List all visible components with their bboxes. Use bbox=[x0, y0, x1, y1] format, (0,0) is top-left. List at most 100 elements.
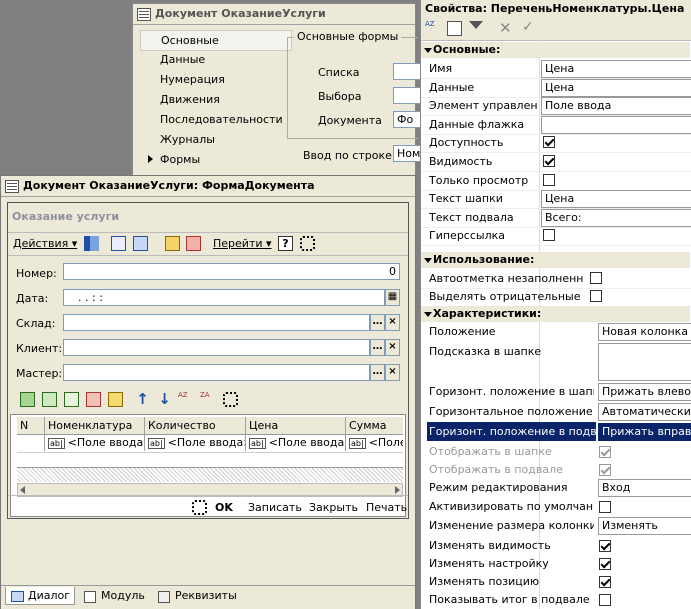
property-value[interactable]: Автоматически bbox=[598, 403, 691, 421]
property-row[interactable]: Изменять позицию bbox=[421, 572, 691, 591]
section-usage[interactable]: Использование: bbox=[421, 252, 690, 268]
property-checkbox[interactable] bbox=[599, 464, 611, 476]
write-button[interactable]: Записать bbox=[248, 501, 302, 514]
client-select-button[interactable]: … bbox=[370, 339, 385, 356]
property-value[interactable] bbox=[541, 115, 691, 134]
sort-desc-icon[interactable]: ZA bbox=[200, 392, 215, 407]
help-icon[interactable]: ? bbox=[278, 236, 293, 251]
client-clear-button[interactable]: × bbox=[385, 339, 400, 356]
tab-dannye[interactable]: Данные bbox=[140, 50, 290, 69]
copy-icon[interactable] bbox=[165, 236, 180, 251]
column-tsena[interactable]: Цена bbox=[246, 417, 346, 434]
column-n[interactable]: N bbox=[17, 417, 45, 434]
property-value[interactable]: Цена bbox=[541, 190, 691, 209]
property-value[interactable]: Новая колонка bbox=[598, 323, 691, 341]
apply-icon[interactable]: ✓ bbox=[522, 19, 537, 35]
edit-row-icon[interactable] bbox=[64, 392, 79, 407]
grid-select-icon[interactable] bbox=[223, 392, 238, 407]
property-value[interactable]: Всего: bbox=[541, 208, 691, 227]
property-row[interactable]: Положение Новая колонка bbox=[421, 322, 691, 341]
property-row[interactable]: Элемент управления Поле ввода bbox=[421, 96, 691, 117]
property-row[interactable]: Только просмотр bbox=[421, 171, 691, 191]
number-field[interactable]: 0 bbox=[63, 263, 400, 280]
master-clear-button[interactable]: × bbox=[385, 364, 400, 381]
delete-row-icon[interactable] bbox=[86, 392, 101, 407]
warehouse-clear-button[interactable]: × bbox=[385, 314, 400, 331]
add-row-icon[interactable] bbox=[20, 392, 35, 407]
list-form-field[interactable] bbox=[393, 63, 423, 80]
tab-numeratsiya[interactable]: Нумерация bbox=[140, 70, 290, 89]
property-row[interactable]: Видимость bbox=[421, 152, 691, 172]
property-row[interactable]: Изменение размера колонки Изменять bbox=[421, 516, 691, 535]
property-value[interactable]: Поле ввода bbox=[541, 97, 691, 116]
section-main[interactable]: Основные: bbox=[421, 42, 690, 58]
property-value[interactable]: Вход bbox=[598, 479, 691, 497]
warehouse-select-button[interactable]: … bbox=[370, 314, 385, 331]
property-row[interactable]: Текст подвала Всего: bbox=[421, 208, 691, 228]
property-row[interactable]: Текст шапки Цена bbox=[421, 189, 691, 210]
property-row[interactable]: Данные Цена bbox=[421, 78, 691, 98]
tab-module[interactable]: Модуль bbox=[79, 587, 149, 605]
property-row[interactable]: Данные флажка bbox=[421, 115, 691, 135]
property-row[interactable]: Имя Цена bbox=[421, 59, 691, 79]
table-row[interactable]: ab| <Поле ввода> ab| <Поле ввода> ab| <Поле… bbox=[17, 434, 403, 453]
document-form-field[interactable]: Фо bbox=[393, 111, 423, 128]
choice-form-field[interactable] bbox=[393, 87, 423, 104]
refresh-icon[interactable] bbox=[133, 236, 148, 251]
property-row[interactable]: Гиперссылка bbox=[421, 226, 691, 247]
filter-icon[interactable] bbox=[469, 21, 483, 29]
property-checkbox[interactable] bbox=[543, 173, 555, 186]
column-nomenklatura[interactable]: Номенклатура bbox=[45, 417, 145, 434]
property-checkbox[interactable] bbox=[599, 540, 611, 552]
property-row[interactable]: Отображать в подвале bbox=[421, 460, 691, 479]
scroll-left-icon[interactable] bbox=[20, 486, 25, 494]
property-checkbox[interactable] bbox=[599, 446, 611, 458]
sort-alpha-icon[interactable]: AZ bbox=[425, 21, 440, 36]
calendar-button[interactable]: ▦ bbox=[385, 289, 400, 306]
property-row[interactable]: Горизонтальное положение Автоматически bbox=[421, 402, 691, 421]
select-icon[interactable] bbox=[300, 236, 315, 251]
property-checkbox[interactable] bbox=[599, 501, 611, 513]
property-row[interactable]: Активизировать по умолчанию bbox=[421, 497, 691, 516]
date-field[interactable]: . . : : bbox=[63, 289, 385, 306]
delete-doc-icon[interactable] bbox=[186, 236, 201, 251]
property-checkbox[interactable] bbox=[599, 558, 611, 570]
input-by-field[interactable]: Ном bbox=[393, 145, 423, 162]
close-button[interactable]: Закрыть bbox=[309, 501, 358, 514]
ok-select-icon[interactable] bbox=[192, 500, 207, 515]
property-value[interactable]: Изменять bbox=[598, 517, 691, 535]
structure-icon[interactable] bbox=[111, 236, 126, 251]
end-edit-icon[interactable] bbox=[108, 392, 123, 407]
tab-rekvizity[interactable]: Реквизиты bbox=[153, 587, 243, 605]
property-value[interactable]: Прижать влево bbox=[598, 383, 691, 401]
property-row[interactable]: Автоотметка незаполненного bbox=[421, 269, 691, 289]
column-summa[interactable]: Сумма bbox=[346, 417, 403, 434]
tab-zhurnaly[interactable]: Журналы bbox=[140, 130, 290, 149]
property-checkbox[interactable] bbox=[599, 576, 611, 588]
property-checkbox[interactable] bbox=[543, 229, 555, 242]
property-checkbox[interactable] bbox=[590, 290, 602, 302]
property-value[interactable]: Цена bbox=[541, 60, 691, 78]
tab-posledovatelnosti[interactable]: Последовательности bbox=[140, 110, 290, 129]
clear-icon[interactable]: ✕ bbox=[499, 19, 514, 37]
back-icon[interactable] bbox=[84, 236, 99, 251]
property-row[interactable]: Изменять видимость bbox=[421, 536, 691, 555]
property-checkbox[interactable] bbox=[543, 136, 555, 149]
tab-osnovnye[interactable]: Основные bbox=[140, 30, 292, 51]
property-value[interactable] bbox=[598, 343, 691, 381]
scroll-right-icon[interactable] bbox=[395, 486, 400, 494]
property-row[interactable]: Выделять отрицательные bbox=[421, 287, 691, 307]
column-kolichestvo[interactable]: Количество bbox=[145, 417, 246, 434]
client-field[interactable] bbox=[63, 339, 370, 356]
master-select-button[interactable]: … bbox=[370, 364, 385, 381]
warehouse-field[interactable] bbox=[63, 314, 370, 331]
tab-dialog[interactable]: Диалог bbox=[5, 587, 75, 605]
actions-menu[interactable]: Действия ▾ bbox=[13, 237, 77, 250]
property-row[interactable]: Отображать в шапке bbox=[421, 442, 691, 461]
categories-icon[interactable] bbox=[447, 21, 462, 36]
property-row[interactable]: Изменять настройку bbox=[421, 554, 691, 573]
move-up-icon[interactable]: ↑ bbox=[135, 392, 150, 407]
property-value[interactable]: Цена bbox=[541, 78, 691, 97]
property-row[interactable]: Показывать итог в подвале bbox=[421, 590, 691, 609]
copy-row-icon[interactable] bbox=[42, 392, 57, 407]
